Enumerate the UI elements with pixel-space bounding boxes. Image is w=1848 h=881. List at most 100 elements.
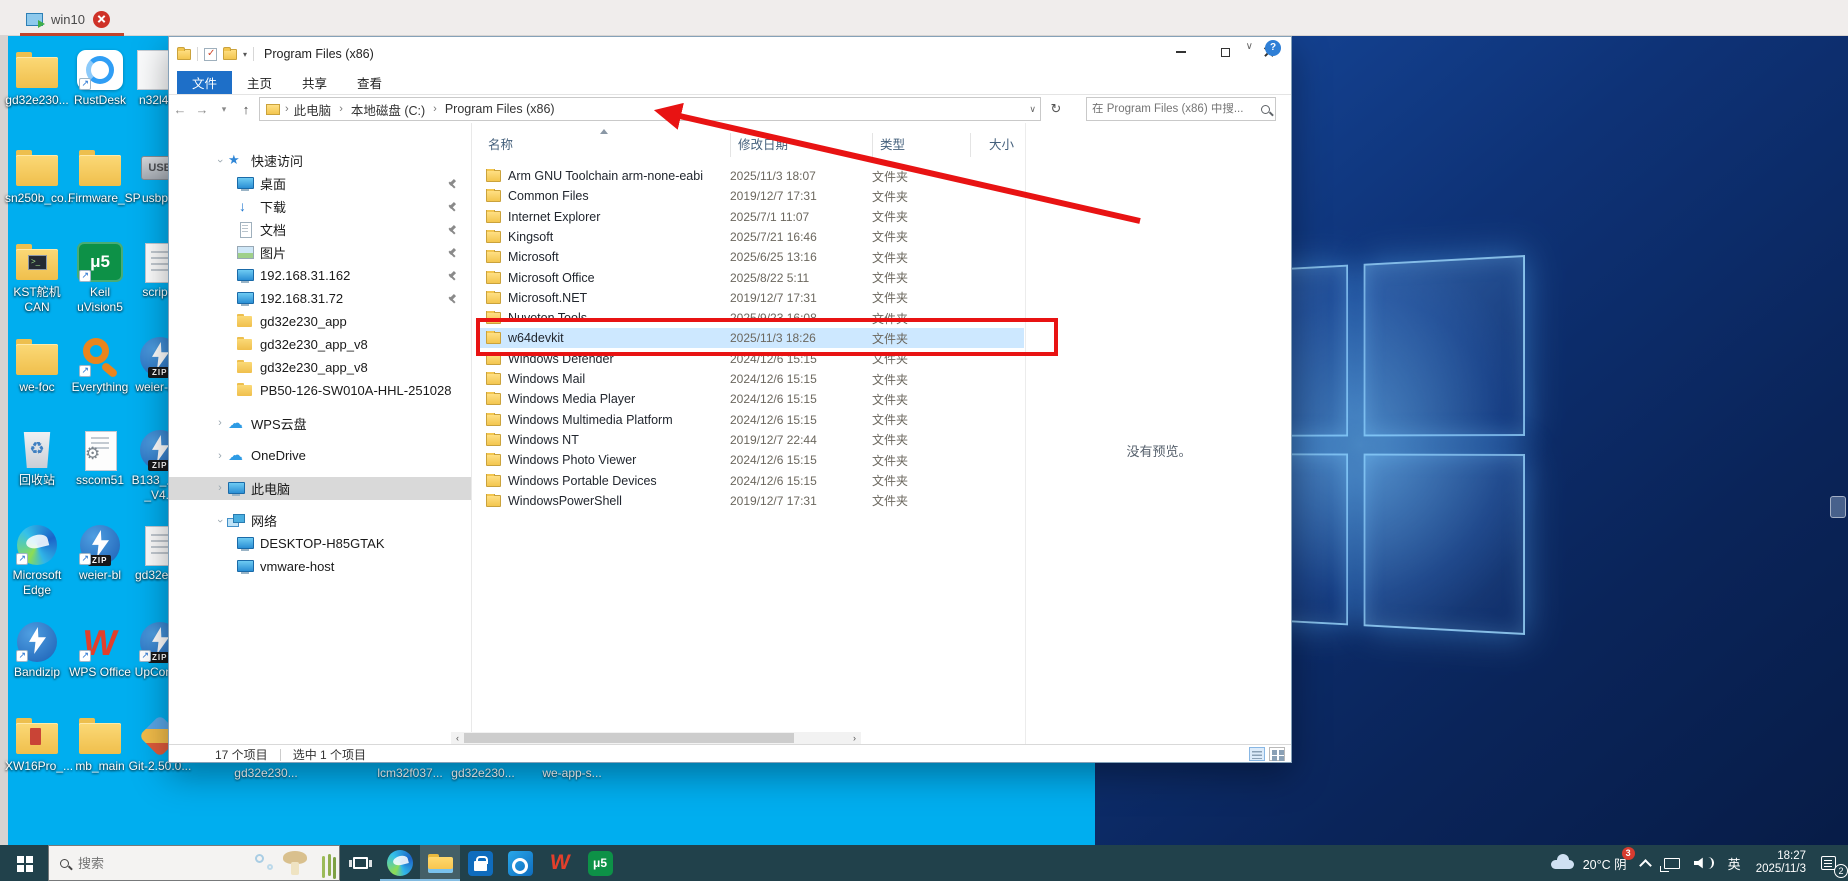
sidebar-item[interactable]: ›网络 [169,509,471,532]
sidebar-item[interactable]: ›WPS云盘 [169,412,471,435]
desktop-icon[interactable]: RustDesk [68,50,132,108]
sidebar-item[interactable]: 文档 [169,218,471,241]
taskbar-outlook-button[interactable] [500,845,540,881]
file-row[interactable]: Windows Media Player2024/12/6 15:15文件夹 [480,389,1024,409]
desktop-icon[interactable]: we-foc [5,337,69,395]
window-titlebar[interactable]: ▾ Program Files (x86) [169,37,1291,71]
desktop-icon[interactable]: Bandizip [5,622,69,680]
desktop-icon[interactable]: mb_main [68,716,132,774]
file-row[interactable]: Windows NT2019/12/7 22:44文件夹 [480,430,1024,450]
scrollbar-track[interactable] [464,732,848,744]
desktop-icon-label[interactable]: gd32e230... [234,766,297,780]
file-row[interactable]: WindowsPowerShell2019/12/7 17:31文件夹 [480,491,1024,511]
desktop-icon[interactable]: WWPS Office [68,622,132,680]
sidebar-item[interactable]: DESKTOP-H85GTAK [169,532,471,555]
desktop-icon[interactable]: Everything [68,337,132,395]
file-row[interactable]: Microsoft Office2025/8/22 5:11文件夹 [480,268,1024,288]
sidebar-item[interactable]: 192.168.31.162 [169,264,471,287]
taskbar-search[interactable] [48,845,340,881]
desktop-icon-label[interactable]: we-app-s... [542,766,601,780]
file-row[interactable]: Arm GNU Toolchain arm-none-eabi2025/11/3… [480,166,1024,186]
qat-dropdown-icon[interactable]: ▾ [243,50,247,59]
column-header-name[interactable]: 名称 [488,134,513,153]
weather-widget[interactable]: 3 20°C 阴 [1543,845,1634,881]
recent-locations-icon[interactable]: ▾ [213,104,235,115]
maximize-button[interactable] [1203,37,1247,67]
network-button[interactable] [1657,845,1687,881]
file-row[interactable]: Kingsoft2025/7/21 16:46文件夹 [480,227,1024,247]
taskbar-file-explorer-button[interactable] [420,845,460,881]
search-box[interactable] [1086,97,1276,121]
sidebar-item[interactable]: ›快速访问 [169,149,471,172]
desktop-icon[interactable]: ♻回收站 [5,430,69,488]
sidebar-item[interactable]: 桌面 [169,172,471,195]
desktop-icon[interactable]: ZIPweier-bl [68,525,132,583]
ribbon-tab-4[interactable]: 查看 [342,71,397,94]
sidebar-item[interactable]: 图片 [169,241,471,264]
file-row[interactable]: w64devkit2025/11/3 18:26文件夹 [480,328,1024,348]
column-header-date[interactable]: 修改日期 [738,134,788,153]
file-row[interactable]: Windows Mail2024/12/6 15:15文件夹 [480,369,1024,389]
sidebar-item[interactable]: 192.168.31.72 [169,287,471,310]
clock[interactable]: 18:272025/11/3 [1748,845,1814,881]
scroll-right-icon[interactable]: › [848,732,861,744]
minimize-button[interactable] [1159,37,1203,67]
expand-chevron-icon[interactable]: › [213,450,227,462]
file-row[interactable]: Common Files2019/12/7 17:31文件夹 [480,186,1024,206]
new-folder-icon[interactable] [223,49,237,60]
file-row[interactable]: Windows Photo Viewer2024/12/6 15:15文件夹 [480,450,1024,470]
desktop-icon[interactable]: μ5KeiluVision5 [68,242,132,315]
back-button[interactable]: ← [169,102,191,117]
start-button[interactable] [0,845,48,881]
expand-chevron-icon[interactable]: › [213,482,227,494]
sidebar-item[interactable]: ›此电脑 [169,477,471,500]
up-button[interactable]: ↑ [235,102,257,117]
desktop-icon[interactable]: sn250b_co... [5,148,69,206]
expand-chevron-icon[interactable]: › [213,417,227,429]
ribbon-tab-3[interactable]: 共享 [287,71,342,94]
breadcrumb-segment[interactable]: 本地磁盘 (C:) [351,100,425,119]
large-icons-view-icon[interactable] [1269,747,1285,761]
vm-tab-close-icon[interactable] [93,11,110,28]
hidden-icons-button[interactable] [1634,845,1657,881]
file-row[interactable]: Windows Multimedia Platform2024/12/6 15:… [480,410,1024,430]
desktop-icon[interactable]: Firmware_SP [68,148,132,206]
action-center-button[interactable]: 2 [1814,845,1848,881]
file-row[interactable]: Windows Portable Devices2024/12/6 15:15文… [480,471,1024,491]
desktop-icon-label[interactable]: gd32e230... [451,766,514,780]
column-header-type[interactable]: 类型 [880,134,905,153]
file-row[interactable]: Nuvoton Tools2025/9/23 16:08文件夹 [480,308,1024,328]
address-dropdown-icon[interactable]: ∨ [1029,104,1036,115]
taskbar-search-input[interactable] [78,856,208,871]
sidebar-item[interactable]: ›OneDrive [169,444,471,467]
volume-button[interactable] [1687,845,1721,881]
desktop-icon[interactable]: ⚙sscom51 [68,430,132,488]
desktop-icon[interactable]: XW16Pro_... [5,716,69,774]
help-icon[interactable]: ? [1265,40,1281,56]
scrollbar-thumb[interactable] [464,733,794,743]
details-view-icon[interactable] [1249,747,1265,761]
taskbar-edge-button[interactable] [380,845,420,881]
desktop-icon[interactable]: MicrosoftEdge [5,525,69,598]
file-row[interactable]: Microsoft2025/6/25 13:16文件夹 [480,247,1024,267]
ribbon-tab-2[interactable]: 主页 [232,71,287,94]
desktop-icon[interactable]: gd32e230... [5,50,69,108]
sidebar-item[interactable]: gd32e230_app [169,310,471,333]
refresh-icon[interactable]: ↻ [1045,97,1067,121]
expand-chevron-icon[interactable]: › [214,154,226,168]
breadcrumb-segment[interactable]: 此电脑 [294,100,332,119]
ribbon-expand-icon[interactable]: ∨ [1246,41,1253,52]
sidebar-item[interactable]: 下载 [169,195,471,218]
file-row[interactable]: Internet Explorer2025/7/1 11:07文件夹 [480,207,1024,227]
desktop-icon[interactable]: KST舵机CAN [5,242,69,315]
taskbar-store-button[interactable] [460,845,500,881]
forward-button[interactable]: → [191,102,213,117]
input-language-button[interactable]: 英 [1721,845,1748,881]
ribbon-tab-1[interactable]: 文件 [177,71,232,94]
taskbar-keil-button[interactable]: μ5 [580,845,620,881]
task-view-button[interactable] [340,845,380,881]
sidebar-item[interactable]: gd32e230_app_v8 [169,356,471,379]
expand-chevron-icon[interactable]: › [214,514,226,528]
address-bar[interactable]: › 此电脑›本地磁盘 (C:)›Program Files (x86) ∨ [259,97,1041,121]
properties-check-icon[interactable] [204,48,217,61]
